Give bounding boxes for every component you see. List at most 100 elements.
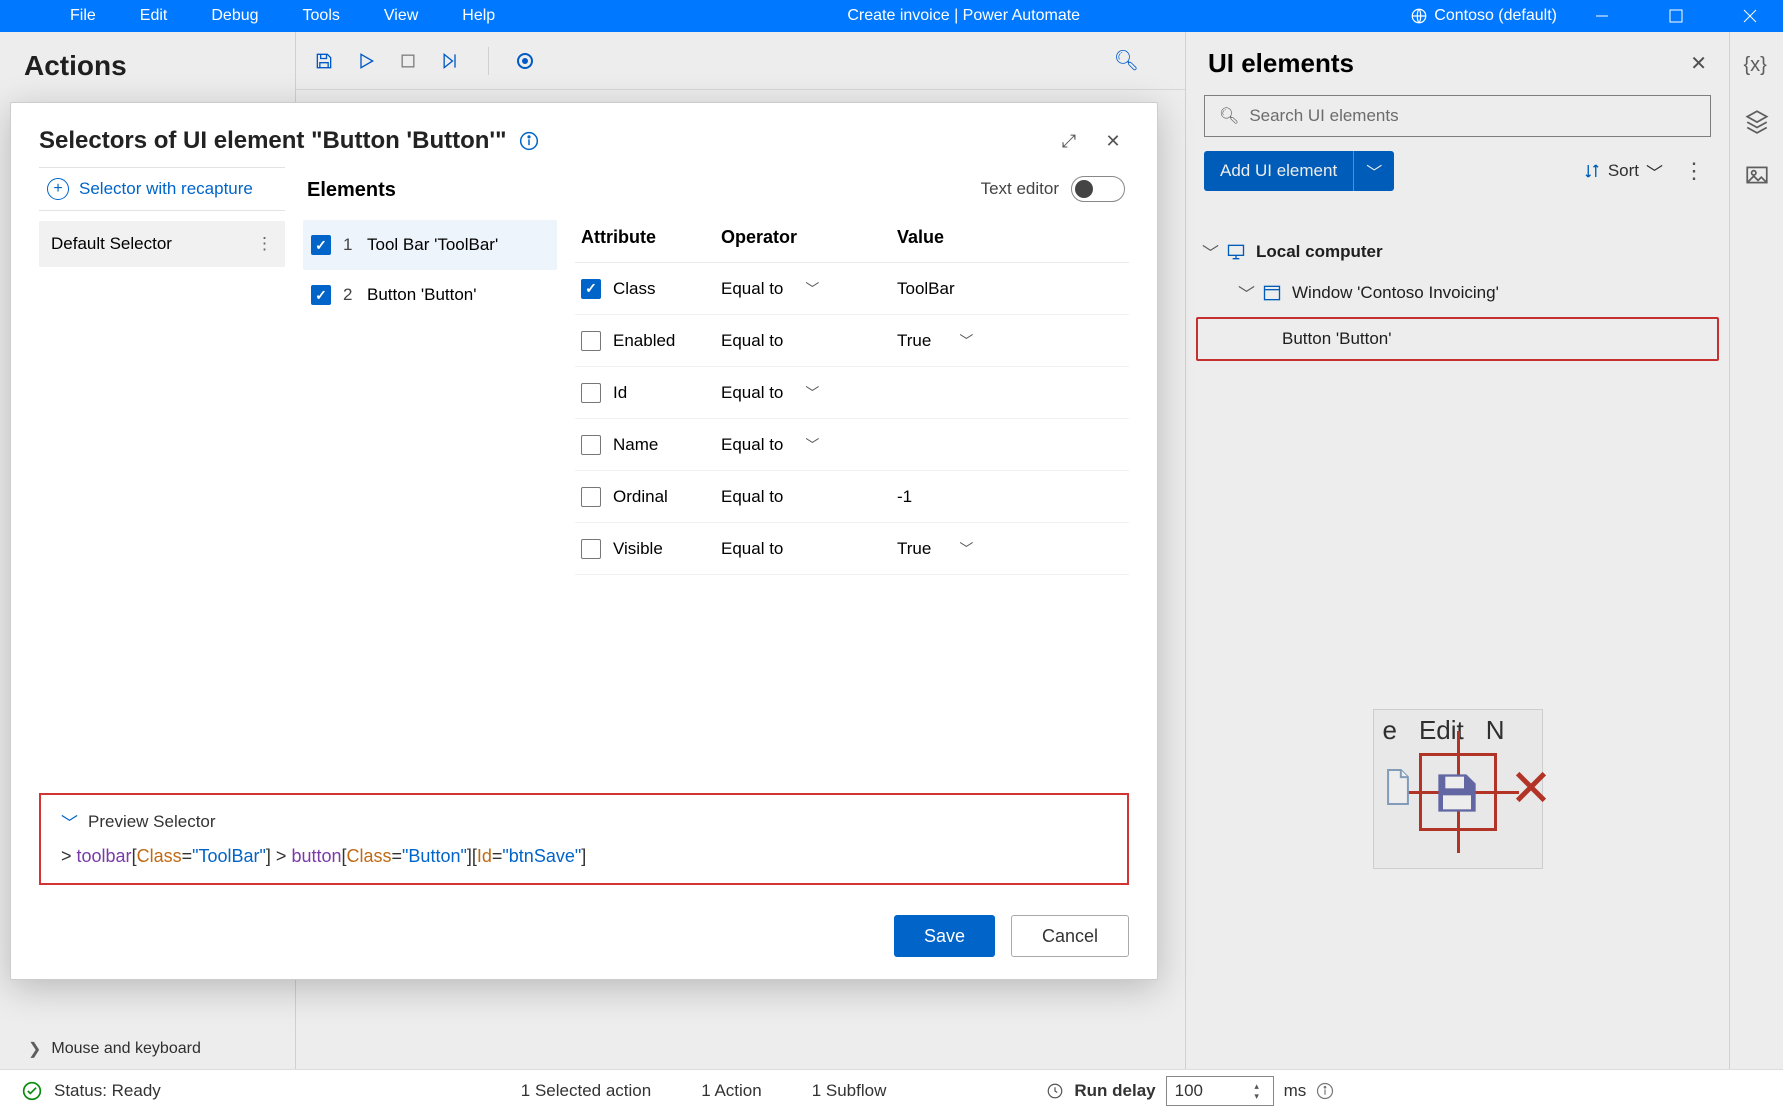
run-delay-value: 100 bbox=[1175, 1081, 1249, 1101]
close-icon bbox=[1511, 767, 1551, 807]
status-actions: 1 Action bbox=[701, 1081, 762, 1101]
chevron-down-icon[interactable]: ﹀ bbox=[805, 279, 819, 299]
record-icon[interactable] bbox=[517, 53, 533, 69]
spinner-up[interactable]: ▴ bbox=[1249, 1081, 1265, 1091]
chevron-down-icon[interactable]: ﹀ bbox=[805, 435, 819, 455]
menu-tools[interactable]: Tools bbox=[281, 7, 362, 25]
recapture-label: Selector with recapture bbox=[79, 179, 253, 199]
checkbox-icon[interactable] bbox=[581, 435, 601, 455]
add-ui-element-dropdown[interactable]: ﹀ bbox=[1353, 151, 1394, 191]
menu-help[interactable]: Help bbox=[440, 7, 517, 25]
attribute-value[interactable]: True bbox=[897, 331, 931, 351]
element-row[interactable]: 2 Button 'Button' bbox=[303, 270, 557, 320]
attribute-name: Visible bbox=[613, 539, 663, 559]
menu-view[interactable]: View bbox=[362, 7, 440, 25]
operator-value[interactable]: Equal to bbox=[721, 279, 783, 299]
chevron-down-icon[interactable]: ﹀ bbox=[805, 383, 819, 403]
selector-item-label: Default Selector bbox=[51, 234, 172, 254]
save-button[interactable]: Save bbox=[894, 915, 995, 957]
tree-root[interactable]: ﹀ Local computer bbox=[1196, 231, 1719, 272]
add-ui-element-button[interactable]: Add UI element ﹀ bbox=[1204, 151, 1394, 191]
actions-group-mouse-keyboard[interactable]: ❯ Mouse and keyboard bbox=[0, 1029, 295, 1069]
more-options-icon[interactable]: ⋮ bbox=[256, 234, 273, 254]
preview-selector-box: ﹀ Preview Selector > toolbar[Class="Tool… bbox=[39, 793, 1129, 885]
chevron-down-icon[interactable]: ﹀ bbox=[959, 539, 973, 559]
spinner-down[interactable]: ▾ bbox=[1249, 1091, 1265, 1101]
titlebar: File Edit Debug Tools View Help Create i… bbox=[0, 0, 1783, 32]
canvas-search-icon[interactable]: 🔍︎ bbox=[1114, 48, 1167, 73]
more-options-icon[interactable]: ⋮ bbox=[1677, 158, 1711, 184]
actions-header: Actions bbox=[0, 32, 295, 100]
operator-value[interactable]: Equal to bbox=[721, 383, 783, 403]
variables-icon[interactable]: {x} bbox=[1744, 54, 1770, 80]
save-disk-icon bbox=[1429, 765, 1485, 821]
info-icon[interactable] bbox=[1316, 1082, 1334, 1100]
menu-file[interactable]: File bbox=[48, 7, 118, 25]
attribute-name: Ordinal bbox=[613, 487, 668, 507]
dialog-close-icon[interactable]: ✕ bbox=[1097, 125, 1129, 157]
element-number: 1 bbox=[343, 235, 355, 255]
checkbox-icon[interactable] bbox=[581, 539, 601, 559]
ui-elements-search-input[interactable] bbox=[1249, 106, 1696, 126]
checkbox-icon[interactable] bbox=[581, 383, 601, 403]
selector-list: Selector with recapture Default Selector… bbox=[39, 167, 285, 781]
status-subflows: 1 Subflow bbox=[812, 1081, 887, 1101]
sort-button[interactable]: Sort ﹀ bbox=[1583, 159, 1663, 184]
environment-picker[interactable]: Contoso (default) bbox=[1410, 7, 1557, 25]
step-icon[interactable] bbox=[440, 51, 460, 71]
minimize-button[interactable] bbox=[1573, 0, 1631, 32]
checkbox-icon[interactable] bbox=[581, 279, 601, 299]
stop-icon[interactable] bbox=[398, 51, 418, 71]
run-icon[interactable] bbox=[356, 51, 376, 71]
run-delay-input[interactable]: 100 ▴▾ bbox=[1166, 1076, 1274, 1106]
status-bar: Status: Ready 1 Selected action 1 Action… bbox=[0, 1069, 1783, 1111]
ui-elements-pane: UI elements ✕ 🔍︎ Add UI element ﹀ Sort ﹀… bbox=[1185, 32, 1729, 1069]
checkbox-icon[interactable] bbox=[311, 285, 331, 305]
attribute-value[interactable]: True bbox=[897, 539, 931, 559]
selector-item-default[interactable]: Default Selector ⋮ bbox=[39, 221, 285, 267]
tree-window[interactable]: ﹀ Window 'Contoso Invoicing' bbox=[1196, 272, 1719, 313]
attribute-row: Id Equal to ﹀ bbox=[575, 367, 1129, 419]
elements-header: Elements bbox=[303, 167, 557, 220]
menu-debug[interactable]: Debug bbox=[189, 7, 280, 25]
status-text: Status: Ready bbox=[54, 1081, 161, 1101]
operator-value[interactable]: Equal to bbox=[721, 435, 783, 455]
text-editor-label: Text editor bbox=[981, 179, 1059, 199]
ui-elements-search[interactable]: 🔍︎ bbox=[1204, 95, 1711, 137]
maximize-button[interactable] bbox=[1647, 0, 1705, 32]
save-icon[interactable] bbox=[314, 51, 334, 71]
menu-edit[interactable]: Edit bbox=[118, 7, 190, 25]
preview-selector-text: > toolbar[Class="ToolBar"] > button[Clas… bbox=[61, 846, 1107, 867]
info-icon[interactable] bbox=[519, 131, 539, 151]
cancel-button[interactable]: Cancel bbox=[1011, 915, 1129, 957]
attribute-value[interactable]: -1 bbox=[897, 487, 912, 507]
close-button[interactable] bbox=[1721, 0, 1779, 32]
attribute-value[interactable]: ToolBar bbox=[897, 279, 955, 299]
operator-value[interactable]: Equal to bbox=[721, 331, 783, 351]
window-icon bbox=[1262, 283, 1282, 303]
chevron-down-icon[interactable]: ﹀ bbox=[61, 809, 78, 834]
text-editor-toggle[interactable] bbox=[1071, 176, 1125, 202]
canvas-toolbar: 🔍︎ bbox=[296, 32, 1185, 90]
status-selected: 1 Selected action bbox=[521, 1081, 651, 1101]
operator-value[interactable]: Equal to bbox=[721, 539, 783, 559]
tree-button-selected[interactable]: Button 'Button' bbox=[1196, 317, 1719, 361]
chevron-down-icon[interactable]: ﹀ bbox=[959, 331, 973, 351]
dialog-expand-icon[interactable]: ⤢ bbox=[1053, 125, 1085, 157]
attribute-name: Enabled bbox=[613, 331, 675, 351]
checkbox-icon[interactable] bbox=[311, 235, 331, 255]
sort-label: Sort bbox=[1608, 161, 1639, 181]
ui-elements-header: UI elements bbox=[1208, 48, 1354, 79]
element-row[interactable]: 1 Tool Bar 'ToolBar' bbox=[303, 220, 557, 270]
close-pane-icon[interactable]: ✕ bbox=[1690, 51, 1707, 76]
plus-circle-icon bbox=[47, 178, 69, 200]
recapture-button[interactable]: Selector with recapture bbox=[39, 167, 285, 211]
thumb-text: e bbox=[1383, 715, 1397, 746]
attr-header-operator: Operator bbox=[721, 227, 897, 248]
operator-value[interactable]: Equal to bbox=[721, 487, 783, 507]
layers-icon[interactable] bbox=[1744, 108, 1770, 134]
checkbox-icon[interactable] bbox=[581, 487, 601, 507]
images-icon[interactable] bbox=[1744, 162, 1770, 188]
checkbox-icon[interactable] bbox=[581, 331, 601, 351]
tree-button-label: Button 'Button' bbox=[1282, 329, 1392, 349]
